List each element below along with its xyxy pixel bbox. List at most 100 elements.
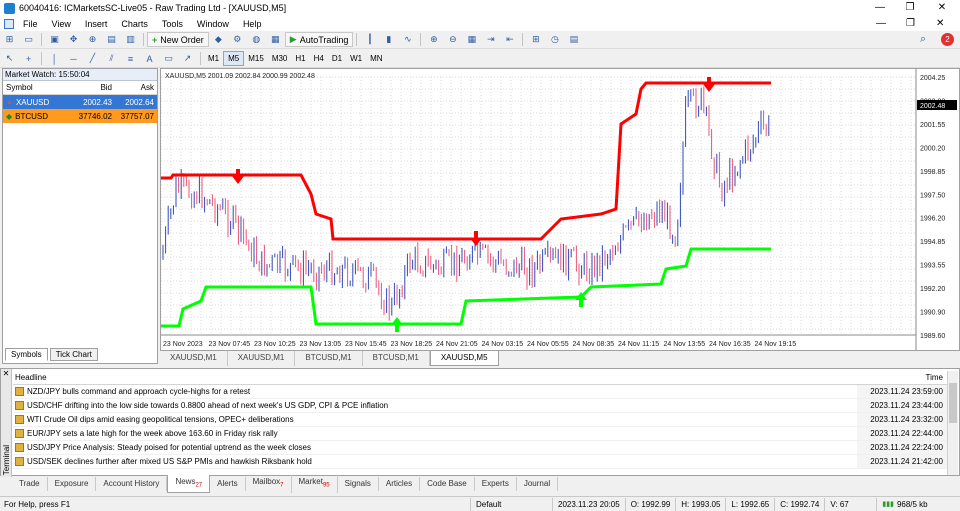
notifications-badge[interactable]: 2 (941, 33, 954, 46)
terminal-tab-market[interactable]: Market95 (292, 475, 338, 493)
data-window-icon[interactable]: ⊕ (85, 33, 100, 47)
news-row[interactable]: NZD/JPY bulls command and approach cycle… (13, 385, 947, 399)
terminal-tab-account-history[interactable]: Account History (96, 477, 168, 491)
minimize-button[interactable]: — (866, 0, 894, 16)
news-item-icon (15, 401, 24, 410)
terminal-tab-journal[interactable]: Journal (517, 477, 559, 491)
timeframe-mn[interactable]: MN (366, 51, 386, 66)
col-bid[interactable]: Bid (69, 83, 114, 92)
templates-icon[interactable]: ▤ (566, 33, 581, 47)
zoom-out-icon[interactable]: ⊖ (445, 33, 460, 47)
news-row[interactable]: USD/SEK declines further after mixed US … (13, 455, 947, 469)
signals-icon[interactable]: ◍ (249, 33, 264, 47)
trading-icon[interactable]: ▦ (268, 33, 283, 47)
crosshair-icon[interactable]: + (21, 52, 36, 66)
maximize-button[interactable]: ❐ (896, 0, 924, 16)
menu-insert[interactable]: Insert (78, 19, 115, 29)
terminal-tab-code-base[interactable]: Code Base (420, 477, 475, 491)
chart-canvas[interactable]: 2004.252002.902001.552000.201998.851997.… (161, 69, 959, 350)
market-watch-row-btcusd[interactable]: ◆ BTCUSD 37746.02 37757.07 (3, 109, 157, 123)
arrows-icon[interactable]: ↗ (180, 52, 195, 66)
channel-icon[interactable]: ⫽ (104, 52, 119, 66)
text-icon[interactable]: A (142, 52, 157, 66)
col-headline[interactable]: Headline (13, 373, 857, 382)
drawing-toolbar: ↖ + │ ─ ╱ ⫽ ≡ A ▭ ↗ M1 M5 M15 M30 H1 H4 … (0, 50, 960, 68)
chart-tab-active[interactable]: XAUUSD,M5 (429, 351, 499, 366)
zoom-in-icon[interactable]: ⊕ (426, 33, 441, 47)
vertical-line-icon[interactable]: │ (47, 52, 62, 66)
options-icon[interactable]: ⚙ (230, 33, 245, 47)
cursor-icon[interactable]: ↖ (2, 52, 17, 66)
col-time[interactable]: Time (857, 371, 947, 384)
timeframe-d1[interactable]: D1 (328, 51, 346, 66)
search-icon[interactable]: ⌕ (920, 33, 926, 46)
col-symbol[interactable]: Symbol (3, 83, 69, 92)
market-watch-row-xauusd[interactable]: ▲ XAUUSD 2002.43 2002.64 (3, 95, 157, 109)
chart-shift-icon[interactable]: ⇤ (502, 33, 517, 47)
chart-tab[interactable]: BTCUSD,M1 (295, 351, 363, 366)
tile-windows-icon[interactable]: ▦ (464, 33, 479, 47)
doc-restore-button[interactable]: ❐ (906, 18, 915, 29)
timeframe-h1[interactable]: H1 (291, 51, 309, 66)
indicators-icon[interactable]: ⊞ (528, 33, 543, 47)
menu-help[interactable]: Help (236, 19, 269, 29)
chart-tab[interactable]: XAUUSD,M1 (160, 351, 228, 366)
close-icon[interactable]: ✕ (1, 369, 11, 378)
timeframe-m30[interactable]: M30 (268, 51, 292, 66)
scrollbar-thumb[interactable] (949, 383, 957, 423)
new-order-button[interactable]: + New Order (147, 32, 209, 47)
menu-file[interactable]: File (16, 19, 45, 29)
status-profile[interactable]: Default (470, 497, 552, 511)
tester-icon[interactable]: ▥ (123, 33, 138, 47)
terminal-tab-alerts[interactable]: Alerts (210, 477, 246, 491)
bar-chart-icon[interactable]: ┃ (362, 33, 377, 47)
news-scrollbar[interactable] (947, 371, 958, 475)
tab-tick-chart[interactable]: Tick Chart (49, 348, 98, 361)
menu-charts[interactable]: Charts (114, 19, 155, 29)
doc-close-button[interactable]: ✕ (936, 18, 944, 29)
terminal-tab-mailbox[interactable]: Mailbox7 (246, 475, 292, 493)
menu-window[interactable]: Window (190, 19, 236, 29)
timeframe-m1[interactable]: M1 (204, 51, 223, 66)
news-row[interactable]: EUR/JPY sets a late high for the week ab… (13, 427, 947, 441)
fibonacci-icon[interactable]: ≡ (123, 52, 138, 66)
timeframe-w1[interactable]: W1 (346, 51, 366, 66)
periods-icon[interactable]: ◷ (547, 33, 562, 47)
close-button[interactable]: ✕ (928, 0, 956, 16)
terminal-icon[interactable]: ▤ (104, 33, 119, 47)
timeframe-m5[interactable]: M5 (223, 51, 245, 66)
doc-minimize-button[interactable]: — (876, 18, 886, 29)
market-watch-icon[interactable]: ▣ (47, 33, 62, 47)
navigator-icon[interactable]: ✥ (66, 33, 81, 47)
terminal-tab-news[interactable]: News27 (167, 474, 211, 494)
news-row[interactable]: USD/JPY Price Analysis: Steady poised fo… (13, 441, 947, 455)
menu-tools[interactable]: Tools (155, 19, 190, 29)
terminal-tab-signals[interactable]: Signals (338, 477, 379, 491)
col-ask[interactable]: Ask (114, 83, 157, 92)
menu-view[interactable]: View (45, 19, 78, 29)
terminal-tab-trade[interactable]: Trade (12, 477, 48, 491)
news-headline-cell: WTI Crude Oil dips amid easing geopoliti… (13, 415, 857, 424)
terminal-tab-experts[interactable]: Experts (475, 477, 517, 491)
autotrading-button[interactable]: ▶ AutoTrading (284, 32, 354, 47)
metaeditor-icon[interactable]: ◆ (211, 33, 226, 47)
timeframe-m15[interactable]: M15 (244, 51, 268, 66)
news-headline-cell: NZD/JPY bulls command and approach cycle… (13, 387, 857, 396)
chart-tab[interactable]: BTCUSD,M1 (363, 351, 430, 366)
profiles-icon[interactable]: ▭ (21, 33, 36, 47)
label-icon[interactable]: ▭ (161, 52, 176, 66)
line-chart-icon[interactable]: ∿ (400, 33, 415, 47)
price-chart[interactable]: 2004.252002.902001.552000.201998.851997.… (160, 68, 960, 351)
candlestick-icon[interactable]: ▮ (381, 33, 396, 47)
autoscroll-icon[interactable]: ⇥ (483, 33, 498, 47)
horizontal-line-icon[interactable]: ─ (66, 52, 81, 66)
terminal-tab-exposure[interactable]: Exposure (48, 477, 97, 491)
news-row[interactable]: WTI Crude Oil dips amid easing geopoliti… (13, 413, 947, 427)
timeframe-h4[interactable]: H4 (310, 51, 328, 66)
news-row[interactable]: USD/CHF drifting into the low side towar… (13, 399, 947, 413)
tab-symbols[interactable]: Symbols (5, 348, 48, 361)
chart-tab[interactable]: XAUUSD,M1 (228, 351, 296, 366)
trendline-icon[interactable]: ╱ (85, 52, 100, 66)
new-chart-icon[interactable]: ⊞ (2, 33, 17, 47)
terminal-tab-articles[interactable]: Articles (379, 477, 421, 491)
